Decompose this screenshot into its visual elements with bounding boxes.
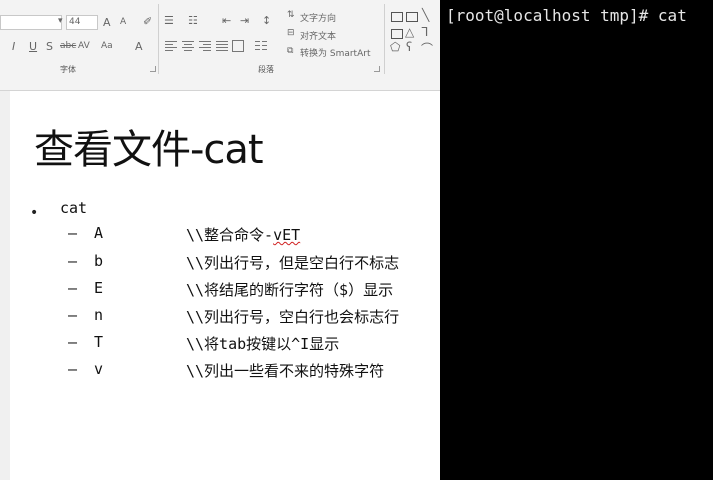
- distributed-button[interactable]: [232, 40, 244, 52]
- font-size-value: 44: [69, 17, 81, 27]
- curve-shape-icon[interactable]: ʕ: [406, 40, 412, 54]
- align-text-icon[interactable]: ⊟: [287, 28, 295, 38]
- option-description: \\整合命令-vET: [186, 226, 301, 244]
- font-color-button[interactable]: A: [135, 40, 143, 53]
- bullet-item-cat[interactable]: cat: [60, 199, 87, 217]
- option-description: \\将结尾的断行字符（$）显示: [186, 281, 394, 299]
- option-flag: v: [94, 360, 104, 378]
- spellcheck-marked-text: vET: [273, 226, 301, 244]
- option-row[interactable]: – E \\将结尾的断行字符（$）显示: [10, 279, 440, 305]
- line-shape-icon[interactable]: ╲: [422, 8, 429, 22]
- shrink-font-icon[interactable]: A: [120, 17, 126, 27]
- option-row[interactable]: – T \\将tab按键以^I显示: [10, 333, 440, 359]
- line-spacing-button[interactable]: ↕: [262, 14, 271, 27]
- decrease-indent-button[interactable]: ⇤: [222, 14, 231, 27]
- columns-button[interactable]: [255, 41, 267, 51]
- option-row[interactable]: – v \\列出一些看不来的特殊字符: [10, 360, 440, 386]
- bullets-button[interactable]: ☰: [164, 14, 174, 27]
- terminal-prompt[interactable]: [root@localhost tmp]# cat: [446, 6, 687, 25]
- triangle-shape-icon[interactable]: △: [405, 25, 414, 39]
- option-description: \\将tab按键以^I显示: [186, 335, 340, 353]
- option-flag: T: [94, 333, 104, 351]
- option-row[interactable]: – A \\整合命令-vET: [10, 224, 440, 250]
- justify-button[interactable]: [216, 41, 228, 51]
- ribbon: ▾ 44 A A ✐ I U S abc AV Aa A 字体 ☰ ☷ ⇤ ⇥ …: [0, 0, 440, 91]
- text-direction-icon[interactable]: ⇅: [287, 10, 295, 20]
- align-right-button[interactable]: [199, 41, 211, 51]
- bullet-icon: •: [30, 205, 39, 221]
- option-description: \\列出一些看不来的特殊字符: [186, 362, 385, 380]
- font-name-dropdown-icon[interactable]: ▾: [58, 16, 63, 26]
- vertical-textbox-shape-icon[interactable]: [406, 12, 418, 22]
- dash-bullet-icon: –: [68, 252, 78, 270]
- option-flag: A: [94, 224, 104, 242]
- arc-shape-icon[interactable]: ⌒: [421, 40, 433, 57]
- dash-bullet-icon: –: [68, 360, 78, 378]
- pentagon-shape-icon[interactable]: ⬠: [390, 40, 400, 54]
- clear-formatting-icon[interactable]: ✐: [143, 15, 152, 28]
- option-description: \\列出行号，空白行也会标志行: [186, 308, 400, 326]
- change-case-button[interactable]: Aa: [101, 41, 113, 51]
- dash-bullet-icon: –: [68, 306, 78, 324]
- align-text-button[interactable]: 对齐文本: [300, 29, 336, 42]
- increase-indent-button[interactable]: ⇥: [240, 14, 249, 27]
- convert-smartart-button[interactable]: 转换为 SmartArt: [300, 46, 370, 59]
- textbox-shape-icon[interactable]: [391, 12, 403, 22]
- strikethrough-button[interactable]: abc: [60, 41, 76, 51]
- align-center-button[interactable]: [182, 41, 194, 51]
- group-divider: [384, 4, 385, 74]
- font-group-label: 字体: [60, 65, 76, 74]
- font-name-field[interactable]: [0, 15, 62, 30]
- dash-bullet-icon: –: [68, 333, 78, 351]
- underline-button[interactable]: U: [29, 40, 37, 53]
- dash-bullet-icon: –: [68, 224, 78, 242]
- font-size-field[interactable]: 44: [66, 15, 98, 30]
- numbering-button[interactable]: ☷: [188, 14, 198, 27]
- dash-bullet-icon: –: [68, 279, 78, 297]
- slide-canvas[interactable]: 查看文件-cat • cat – A \\整合命令-vET – b \\列出行号…: [10, 91, 440, 480]
- italic-button[interactable]: I: [12, 40, 15, 53]
- slide-title[interactable]: 查看文件-cat: [34, 117, 264, 175]
- align-left-button[interactable]: [165, 41, 177, 51]
- text-direction-button[interactable]: 文字方向: [300, 11, 336, 24]
- font-dialog-launcher-icon[interactable]: [150, 66, 156, 72]
- group-divider: [158, 4, 159, 74]
- shadow-button[interactable]: S: [46, 40, 53, 53]
- option-flag: E: [94, 279, 104, 297]
- option-flag: n: [94, 306, 104, 324]
- option-description: \\列出行号，但是空白行不标志: [186, 254, 400, 272]
- option-row[interactable]: – b \\列出行号，但是空白行不标志: [10, 252, 440, 278]
- grow-font-icon[interactable]: A: [103, 16, 111, 29]
- paragraph-group-label: 段落: [258, 65, 274, 74]
- paragraph-dialog-launcher-icon[interactable]: [374, 66, 380, 72]
- rectangle-shape-icon[interactable]: [391, 29, 403, 39]
- smartart-icon[interactable]: ⧉: [287, 46, 293, 56]
- char-spacing-button[interactable]: AV: [78, 41, 90, 51]
- option-flag: b: [94, 252, 104, 270]
- elbow-connector-icon[interactable]: ᒣ: [421, 25, 428, 39]
- terminal-window[interactable]: [root@localhost tmp]# cat: [440, 0, 713, 480]
- option-row[interactable]: – n \\列出行号，空白行也会标志行: [10, 306, 440, 332]
